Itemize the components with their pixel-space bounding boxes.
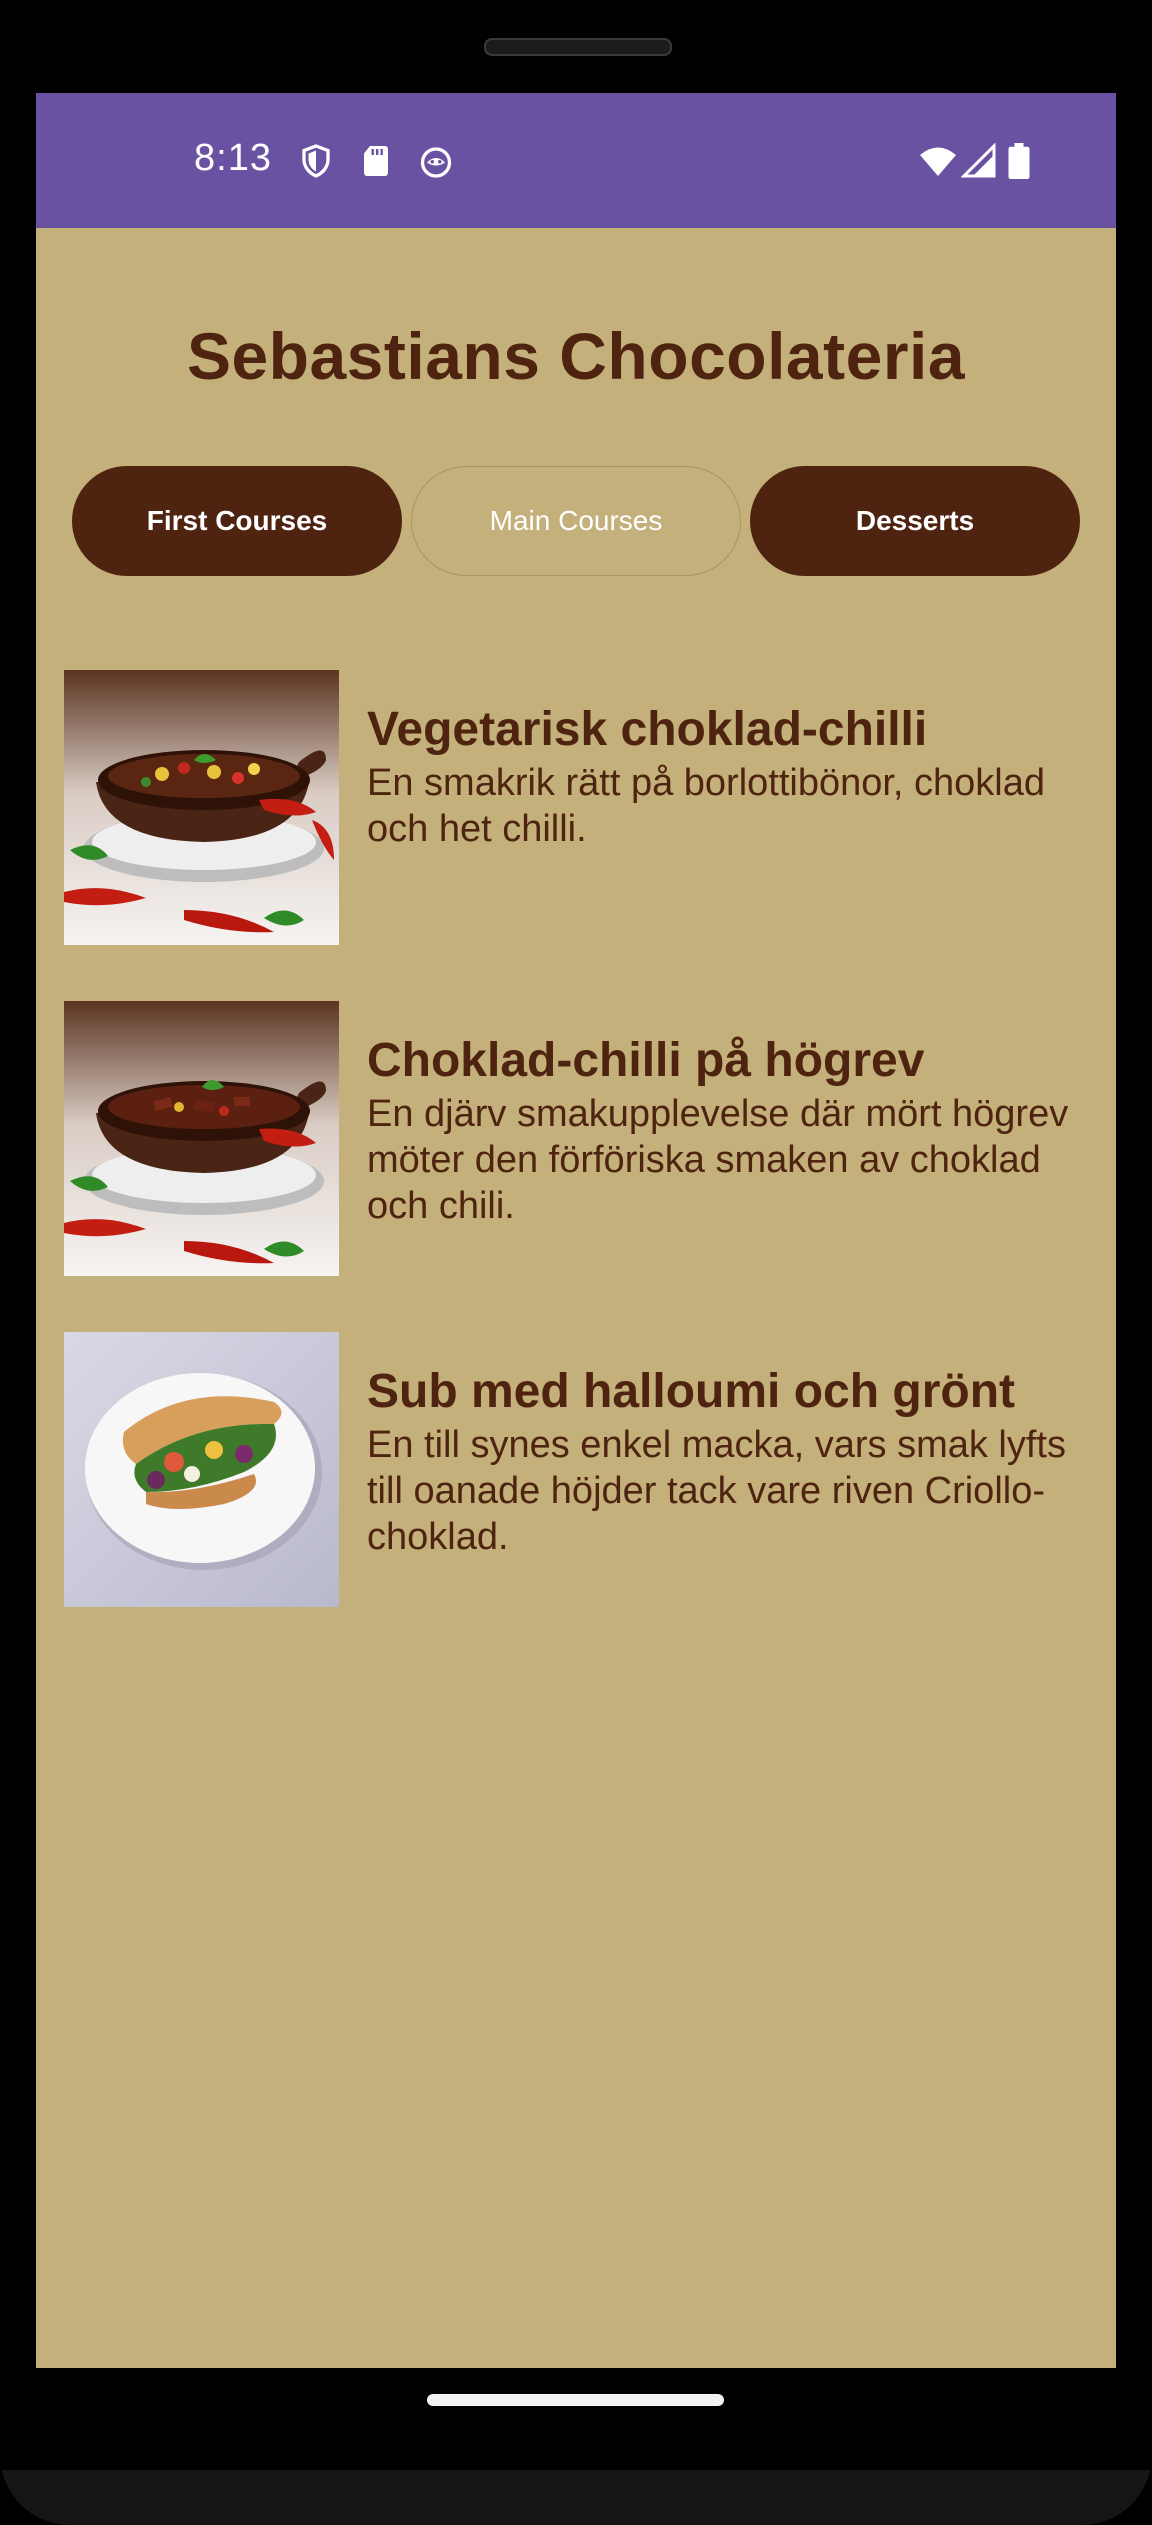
shield-icon bbox=[302, 144, 330, 178]
sub-sandwich-image bbox=[64, 1332, 339, 1607]
menu-item-text: Choklad-chilli på högrev En djärv smakup… bbox=[367, 1031, 1087, 1229]
status-time: 8:13 bbox=[194, 137, 272, 179]
menu-item[interactable]: Vegetarisk choklad-chilli En smakrik rät… bbox=[64, 670, 1094, 1001]
device-bottom-bezel bbox=[0, 2470, 1152, 2525]
dish-description: En smakrik rätt på borlottibönor, chokla… bbox=[367, 762, 1046, 850]
dish-description: En djärv smakupplevelse där mört högrev … bbox=[367, 1093, 1069, 1227]
status-bar: 8:13 bbox=[36, 93, 1116, 228]
tab-first-courses[interactable]: First Courses bbox=[72, 466, 402, 576]
wifi-icon bbox=[920, 147, 956, 176]
course-tabs: First Courses Main Courses Desserts bbox=[72, 466, 1080, 576]
dish-name: Sub med halloumi och grönt bbox=[367, 1365, 1015, 1418]
menu-item-text: Sub med halloumi och grönt En till synes… bbox=[367, 1362, 1087, 1560]
chili-bowl-image bbox=[64, 670, 339, 945]
sd-card-icon bbox=[364, 146, 388, 176]
home-indicator[interactable] bbox=[427, 2394, 724, 2406]
cat-face-icon bbox=[420, 147, 452, 178]
menu-item-text: Vegetarisk choklad-chilli En smakrik rät… bbox=[367, 700, 1087, 852]
signal-icon bbox=[961, 143, 996, 178]
tab-main-courses[interactable]: Main Courses bbox=[411, 466, 741, 576]
dish-name: Vegetarisk choklad-chilli bbox=[367, 703, 928, 756]
menu-list: Vegetarisk choklad-chilli En smakrik rät… bbox=[64, 670, 1094, 1663]
beef-chili-bowl-image bbox=[64, 1001, 339, 1276]
dish-name: Choklad-chilli på högrev bbox=[367, 1034, 925, 1087]
dish-description: En till synes enkel macka, vars smak lyf… bbox=[367, 1424, 1066, 1558]
app-screen: 8:13 Sebastians Chocolateria First Cours… bbox=[36, 93, 1116, 2368]
earpiece-speaker bbox=[484, 38, 672, 56]
phone-frame: 8:13 Sebastians Chocolateria First Cours… bbox=[0, 0, 1152, 2525]
app-title: Sebastians Chocolateria bbox=[186, 319, 966, 393]
tab-desserts[interactable]: Desserts bbox=[750, 466, 1080, 576]
menu-item[interactable]: Choklad-chilli på högrev En djärv smakup… bbox=[64, 1001, 1094, 1332]
battery-icon bbox=[1008, 143, 1030, 179]
menu-item[interactable]: Sub med halloumi och grönt En till synes… bbox=[64, 1332, 1094, 1663]
